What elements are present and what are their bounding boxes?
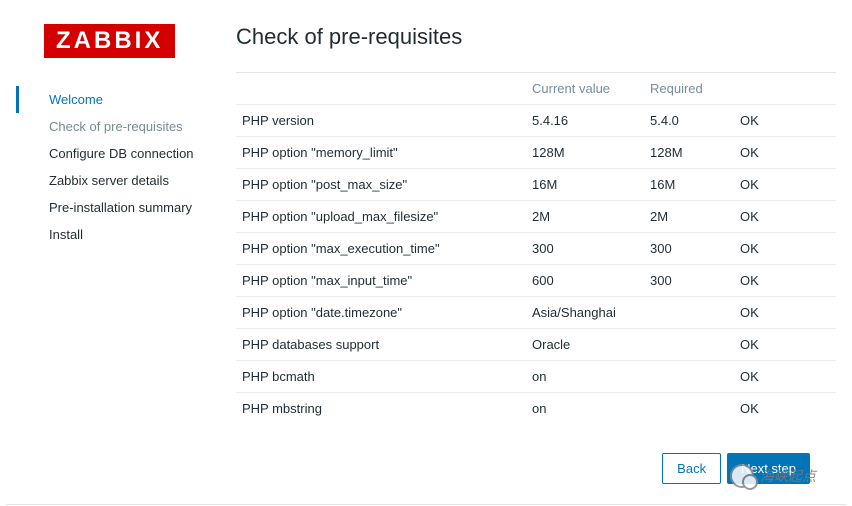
req-status: OK: [734, 137, 836, 169]
sidebar-item-0[interactable]: Welcome: [16, 86, 226, 113]
table-row: PHP option "max_input_time"600300OK: [236, 265, 836, 297]
req-name: PHP option "date.timezone": [236, 297, 526, 329]
req-current: 300: [526, 233, 644, 265]
table-row: PHP version5.4.165.4.0OK: [236, 105, 836, 137]
sidebar-item-2[interactable]: Configure DB connection: [16, 140, 226, 167]
req-name: PHP mbstring: [236, 393, 526, 418]
req-status: OK: [734, 265, 836, 297]
req-current: 600: [526, 265, 644, 297]
req-status: OK: [734, 361, 836, 393]
req-required: [644, 329, 734, 361]
zabbix-logo: ZABBIX: [44, 24, 175, 58]
req-required: [644, 393, 734, 418]
table-row: PHP mbstringon OK: [236, 393, 836, 418]
page-title: Check of pre-requisites: [236, 24, 836, 50]
next-step-button[interactable]: Next step: [727, 453, 810, 484]
sidebar-item-5[interactable]: Install: [16, 221, 226, 248]
table-row: PHP option "date.timezone"Asia/Shanghai O…: [236, 297, 836, 329]
req-current: on: [526, 361, 644, 393]
table-row: PHP bcmathon OK: [236, 361, 836, 393]
req-name: PHP option "post_max_size": [236, 169, 526, 201]
col-status: [734, 73, 836, 105]
req-required: 5.4.0: [644, 105, 734, 137]
req-status: OK: [734, 201, 836, 233]
req-required: 300: [644, 233, 734, 265]
requirements-table: Current value Required PHP version5.4.16…: [236, 73, 836, 417]
req-current: on: [526, 393, 644, 418]
col-name: [236, 73, 526, 105]
req-current: Oracle: [526, 329, 644, 361]
sidebar-item-1[interactable]: Check of pre-requisites: [16, 113, 226, 140]
req-required: [644, 297, 734, 329]
table-row: PHP option "upload_max_filesize"2M2MOK: [236, 201, 836, 233]
back-button[interactable]: Back: [662, 453, 721, 484]
req-required: 16M: [644, 169, 734, 201]
setup-steps-list: WelcomeCheck of pre-requisitesConfigure …: [16, 86, 226, 248]
req-name: PHP version: [236, 105, 526, 137]
main-content: Check of pre-requisites Current value Re…: [226, 24, 836, 417]
req-required: [644, 361, 734, 393]
req-name: PHP bcmath: [236, 361, 526, 393]
req-status: OK: [734, 169, 836, 201]
req-current: 16M: [526, 169, 644, 201]
req-status: OK: [734, 105, 836, 137]
req-current: 5.4.16: [526, 105, 644, 137]
req-status: OK: [734, 329, 836, 361]
req-current: 2M: [526, 201, 644, 233]
req-status: OK: [734, 297, 836, 329]
requirements-scroll[interactable]: Current value Required PHP version5.4.16…: [236, 72, 836, 417]
req-status: OK: [734, 233, 836, 265]
col-current: Current value: [526, 73, 644, 105]
sidebar-item-4[interactable]: Pre-installation summary: [16, 194, 226, 221]
table-row: PHP databases supportOracle OK: [236, 329, 836, 361]
req-required: 300: [644, 265, 734, 297]
req-required: 2M: [644, 201, 734, 233]
table-row: PHP option "memory_limit"128M128MOK: [236, 137, 836, 169]
button-row: Back Next step: [662, 453, 810, 484]
req-current: Asia/Shanghai: [526, 297, 644, 329]
table-row: PHP option "post_max_size"16M16MOK: [236, 169, 836, 201]
table-row: PHP option "max_execution_time"300300OK: [236, 233, 836, 265]
req-name: PHP option "upload_max_filesize": [236, 201, 526, 233]
req-required: 128M: [644, 137, 734, 169]
req-name: PHP option "memory_limit": [236, 137, 526, 169]
req-status: OK: [734, 393, 836, 418]
req-name: PHP option "max_input_time": [236, 265, 526, 297]
req-current: 128M: [526, 137, 644, 169]
sidebar: ZABBIX WelcomeCheck of pre-requisitesCon…: [16, 24, 226, 417]
req-name: PHP option "max_execution_time": [236, 233, 526, 265]
req-name: PHP databases support: [236, 329, 526, 361]
col-required: Required: [644, 73, 734, 105]
sidebar-item-3[interactable]: Zabbix server details: [16, 167, 226, 194]
